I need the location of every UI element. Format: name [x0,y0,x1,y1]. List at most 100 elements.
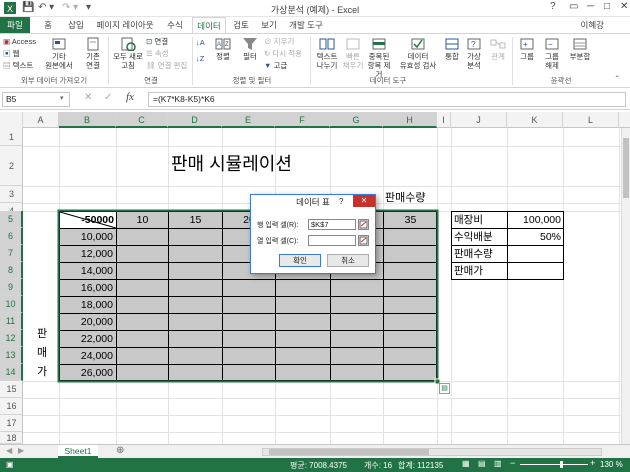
row-header-5[interactable]: 5 [0,211,23,228]
zoom-level[interactable]: 130 % [600,460,623,469]
column-header-d[interactable]: D [168,112,222,128]
row-input-picker-icon[interactable] [358,219,369,230]
zoom-slider[interactable] [520,461,588,468]
tab-review[interactable]: 검토 [228,17,254,33]
collapse-ribbon-icon[interactable]: ⌃ [614,74,620,83]
close-button[interactable]: ✕ [620,1,628,12]
maximize-button[interactable]: □ [604,1,610,12]
row-header-1[interactable]: 1 [0,128,23,146]
from-text-button[interactable]: ▤ 텍스트 [3,61,33,70]
zoom-out-icon[interactable]: − [510,458,515,468]
ribbon-display-button[interactable]: ▭ [569,1,578,12]
side-label-cell[interactable]: 판매수량 [454,246,506,262]
worksheet-grid[interactable]: 판매 시뮬레이션 판매수량 -50000 10 15 20 35 10,000 … [23,128,630,444]
minimize-button[interactable]: ─ [587,1,594,12]
row-header-11[interactable]: 11 [0,313,23,330]
row-header-17[interactable]: 17 [0,415,23,432]
row-header-7[interactable]: 7 [0,245,23,262]
row-input-field[interactable]: $K$7 [308,219,356,230]
row-header-9[interactable]: 9 [0,279,23,296]
horizontal-scrollbar-thumb[interactable] [269,449,429,455]
sheet-tab-sheet1[interactable]: Sheet1 [58,445,98,458]
side-value-cell[interactable]: 50% [509,229,561,245]
from-access-button[interactable]: ▣ Access [3,37,36,46]
reapply-button[interactable]: ↻ 다시 적용 [264,49,302,58]
column-header-l[interactable]: L [563,112,619,128]
row-header-16[interactable]: 16 [0,398,23,415]
text-to-columns-button[interactable]: 텍스트 나누기 [313,37,341,70]
column-header-j[interactable]: J [451,112,507,128]
tab-developer[interactable]: 개발 도구 [284,17,328,33]
next-sheet-icon[interactable]: ▶ [18,446,24,455]
clear-filter-button[interactable]: ⊘ 지우기 [264,37,294,46]
tab-home[interactable]: 홈 [36,17,60,33]
row-header-6[interactable]: 6 [0,228,23,245]
tab-file[interactable]: 파일 [0,17,30,33]
ok-button[interactable]: 확인 [279,254,321,267]
sort-button[interactable]: AZ 정렬 [212,37,234,61]
add-sheet-icon[interactable]: ⊕ [116,445,124,456]
dialog-close-button[interactable]: ✕ [353,195,375,207]
connections-button[interactable]: ⊡ 연결 [146,37,168,46]
row-header-2[interactable]: 2 [0,146,23,186]
tab-page-layout[interactable]: 페이지 레이아웃 [92,17,158,33]
remove-duplicates-button[interactable]: 중복된 항목 제거 [365,37,393,79]
formula-input[interactable]: =(K7*K8-K5)*K6 [148,92,626,107]
from-web-button[interactable]: ▣ 웹 [3,49,20,58]
relationships-button[interactable]: 관계 [487,37,509,61]
what-if-analysis-button[interactable]: ? 가상 분석 [463,37,485,70]
name-box-dropdown-icon[interactable]: ▾ [60,94,64,102]
column-input-field[interactable] [308,235,356,246]
column-header-e[interactable]: E [222,112,275,128]
row-header-18[interactable]: 18 [0,432,23,444]
side-label-cell[interactable]: 판매가 [454,263,506,279]
refresh-all-button[interactable]: 모두 새로 고침 [112,37,144,70]
column-header-f[interactable]: F [275,112,330,128]
tab-view[interactable]: 보기 [256,17,282,33]
properties-button[interactable]: ☰ 속성 [146,49,169,58]
cancel-button[interactable]: 취소 [327,254,369,267]
from-other-sources-button[interactable]: 기타 원본에서 [42,37,76,70]
data-validation-button[interactable]: 데이터 유효성 검사 [395,37,441,70]
column-header-g[interactable]: G [330,112,383,128]
column-header-k[interactable]: K [507,112,563,128]
edit-links-button[interactable]: ⛓ 연결 편집 [146,61,187,70]
vertical-scrollbar[interactable] [621,128,630,444]
ungroup-button[interactable]: − 그룹 해제 [540,37,564,70]
help-button[interactable]: ? [550,1,556,12]
filter-button[interactable]: 필터 [238,37,262,61]
tab-data[interactable]: 데이터 [192,17,226,33]
row-header-10[interactable]: 10 [0,296,23,313]
existing-connections-button[interactable]: 기존 연결 [80,37,106,70]
prev-sheet-icon[interactable]: ◀ [6,446,12,455]
column-header-h[interactable]: H [383,112,437,128]
row-header-15[interactable]: 15 [0,381,23,398]
group-button[interactable]: + 그룹 [516,37,538,61]
sort-az-button[interactable]: ↓A [196,38,205,47]
side-label-cell[interactable]: 매장비 [454,212,506,228]
zoom-in-icon[interactable]: + [590,458,595,468]
dialog-help-button[interactable]: ? [339,197,343,206]
column-header-i[interactable]: I [437,112,451,128]
side-value-cell[interactable]: 100,000 [509,212,561,228]
consolidate-button[interactable]: 통합 [443,37,461,61]
sort-za-button[interactable]: ↓Z [196,54,204,63]
insert-function-icon[interactable]: fx [126,91,134,103]
cancel-entry-icon[interactable]: ✕ [84,92,92,103]
confirm-entry-icon[interactable]: ✓ [104,92,112,103]
select-all-corner[interactable] [0,112,23,128]
flash-fill-button[interactable]: 빠른 채우기 [342,37,364,70]
tab-formulas[interactable]: 수식 [160,17,190,33]
subtotal-button[interactable]: 부분합 [566,37,594,61]
row-header-12[interactable]: 12 [0,330,23,347]
macro-record-icon[interactable]: ▣ [6,460,14,469]
row-header-8[interactable]: 8 [0,262,23,279]
side-label-cell[interactable]: 수익배분 [454,229,506,245]
row-header-14[interactable]: 14 [0,364,23,381]
page-layout-view-icon[interactable]: ▤ [478,459,486,468]
row-header-13[interactable]: 13 [0,347,23,364]
normal-view-icon[interactable]: ▦ [462,459,470,468]
zoom-slider-thumb[interactable] [560,461,563,468]
column-header-a[interactable]: A [23,112,59,128]
tab-insert[interactable]: 삽입 [62,17,90,33]
